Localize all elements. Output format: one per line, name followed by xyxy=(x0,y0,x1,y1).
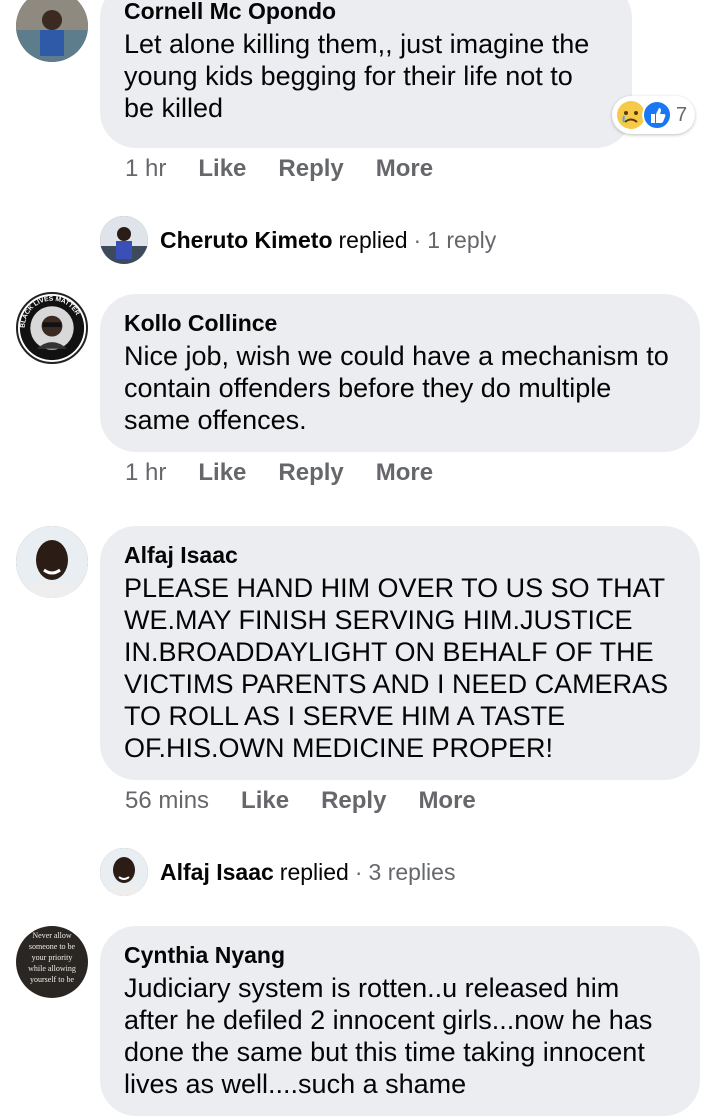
avatar-cynthia[interactable]: Never allow someone to be your priority … xyxy=(16,926,88,998)
thumbs-up-icon xyxy=(642,100,672,130)
comment-text: Let alone killing them,, just imagine th… xyxy=(124,29,590,123)
reply-author[interactable]: Cheruto Kimeto xyxy=(160,227,333,254)
comment-author[interactable]: Cynthia Nyang xyxy=(124,940,676,970)
comment-author[interactable]: Alfaj Isaac xyxy=(124,540,676,570)
comment-author[interactable]: Kollo Collince xyxy=(124,308,676,338)
more-button[interactable]: More xyxy=(376,459,433,487)
reply-button[interactable]: Reply xyxy=(278,155,343,183)
comment-bubble: Cynthia Nyang Judiciary system is rotten… xyxy=(100,926,700,1116)
reply-verb: replied xyxy=(338,226,408,253)
comment-bubble: Alfaj Isaac PLEASE HAND HIM OVER TO US S… xyxy=(100,526,700,780)
avatar-alfaj[interactable] xyxy=(16,526,88,598)
comment-bubble: Cornell Mc Opondo Let alone killing them… xyxy=(100,0,632,148)
comment-text: Judiciary system is rotten..u released h… xyxy=(124,973,653,1099)
like-button[interactable]: Like xyxy=(241,787,289,815)
view-replies-row[interactable]: Cheruto Kimeto replied · 1 reply xyxy=(100,216,496,264)
avatar-cheruto xyxy=(100,216,148,264)
comment-text: PLEASE HAND HIM OVER TO US SO THAT WE.MA… xyxy=(124,573,669,763)
comment-actions: 1 hr Like Reply More xyxy=(125,155,465,183)
comment-actions: 56 mins Like Reply More xyxy=(125,787,508,815)
comment-bubble: Kollo Collince Nice job, wish we could h… xyxy=(100,294,700,452)
separator-dot: · xyxy=(413,226,422,253)
separator-dot: · xyxy=(354,858,363,885)
reply-verb: replied xyxy=(279,858,349,885)
reply-button[interactable]: Reply xyxy=(321,787,386,815)
like-button[interactable]: Like xyxy=(198,459,246,487)
reply-count[interactable]: 3 replies xyxy=(369,859,456,886)
comment-time[interactable]: 56 mins xyxy=(125,787,209,815)
reply-button[interactable]: Reply xyxy=(278,459,343,487)
comment-time[interactable]: 1 hr xyxy=(125,459,166,487)
comment-author[interactable]: Cornell Mc Opondo xyxy=(124,0,608,26)
like-button[interactable]: Like xyxy=(198,155,246,183)
avatar-kollo[interactable]: BLACK LIVES MATTER xyxy=(16,292,88,364)
avatar-alfaj-reply xyxy=(100,848,148,896)
reply-count[interactable]: 1 reply xyxy=(427,227,496,254)
comment-time[interactable]: 1 hr xyxy=(125,155,166,183)
view-replies-row[interactable]: Alfaj Isaac replied · 3 replies xyxy=(100,848,455,896)
avatar-quote-image: Never allow someone to be your priority … xyxy=(28,931,76,984)
comment-actions: 1 hr Like Reply More xyxy=(125,459,465,487)
reaction-summary[interactable]: 7 xyxy=(612,96,696,134)
more-button[interactable]: More xyxy=(418,787,475,815)
reply-author[interactable]: Alfaj Isaac xyxy=(160,859,274,886)
more-button[interactable]: More xyxy=(376,155,433,183)
avatar-cornell[interactable] xyxy=(16,0,88,62)
reaction-count: 7 xyxy=(676,103,688,126)
comment-text: Nice job, wish we could have a mechanism… xyxy=(124,341,669,435)
